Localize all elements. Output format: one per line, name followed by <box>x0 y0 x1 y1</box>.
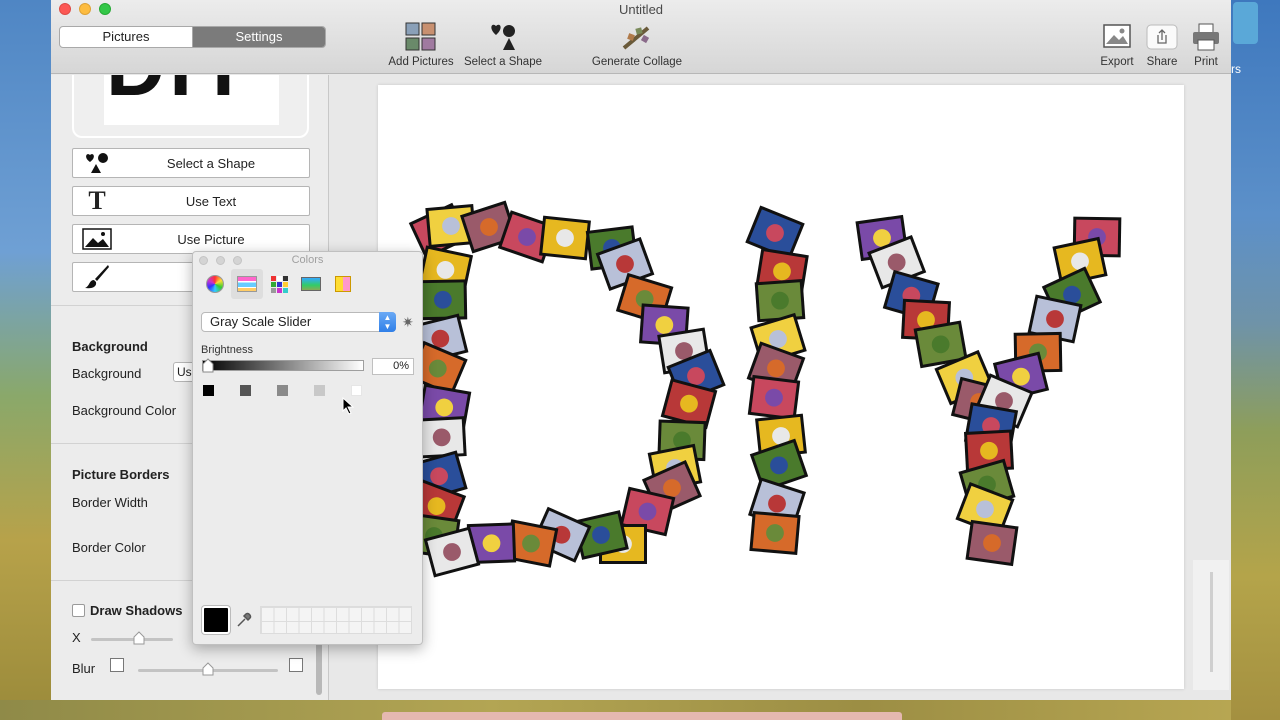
colors-panel: Colors Gray Scale Slider ▲ ▼ ✷ Brightness <box>192 251 423 645</box>
gear-icon[interactable]: ✷ <box>402 314 414 331</box>
spectrum-image-icon <box>301 277 321 291</box>
desktop-background-right: rs <box>1231 0 1280 720</box>
photos-grid-icon <box>387 20 455 54</box>
mouse-pointer-icon <box>342 397 354 415</box>
blur-min-icon <box>110 658 124 672</box>
brightness-value-field[interactable]: 0% <box>372 358 414 375</box>
gray-swatch[interactable] <box>314 385 325 396</box>
window-title: Untitled <box>618 2 664 17</box>
generate-collage-button[interactable]: Generate Collage <box>589 20 685 68</box>
select-arrows-icon: ▲ ▼ <box>379 312 396 332</box>
collage-preview <box>406 200 1122 578</box>
desktop-background-bottom <box>0 700 1231 720</box>
gray-swatch[interactable] <box>351 385 362 396</box>
magic-wand-icon <box>589 20 685 54</box>
background-section-title: Background <box>72 339 148 354</box>
print-button[interactable]: Print <box>1189 20 1223 68</box>
use-picture-label: Use Picture <box>177 232 245 247</box>
crayons-tab[interactable] <box>327 269 359 299</box>
export-button[interactable]: Export <box>1097 20 1137 68</box>
background-label: Background <box>72 366 142 381</box>
add-pictures-label: Add Pictures <box>388 56 454 68</box>
color-palette-icon <box>270 275 288 293</box>
use-picture-button[interactable]: Use Picture <box>72 224 310 254</box>
color-mode-tabs <box>199 269 359 299</box>
gray-swatch[interactable] <box>240 385 251 396</box>
share-button[interactable]: Share <box>1144 20 1180 68</box>
shapes-icon <box>461 20 545 54</box>
export-image-icon <box>1097 20 1137 54</box>
background-color-label: Background Color <box>72 403 177 418</box>
brightness-slider[interactable] <box>202 360 364 371</box>
desktop-partial-label: rs <box>1231 62 1241 76</box>
tab-pictures[interactable]: Pictures <box>60 27 193 47</box>
favorite-colors-grid[interactable] <box>260 606 412 634</box>
select-shape-button[interactable]: Select a Shape <box>461 20 545 68</box>
picture-borders-section-title: Picture Borders <box>72 467 170 482</box>
color-palettes-tab[interactable] <box>263 269 295 299</box>
color-wheel-icon <box>206 275 224 293</box>
shadow-blur-label: Blur <box>72 661 96 676</box>
desktop-widget <box>1233 2 1258 44</box>
use-text-label: Use Text <box>185 194 237 209</box>
shape-preview: DIY <box>72 75 309 138</box>
color-mode-value: Gray Scale Slider <box>210 314 312 329</box>
eyedropper-icon[interactable] <box>236 612 252 631</box>
image-palettes-tab[interactable] <box>295 269 327 299</box>
preview-text: DIY <box>106 75 255 115</box>
shadow-x-slider-thumb[interactable] <box>132 631 146 645</box>
select-shape-label: Select a Shape <box>463 56 542 68</box>
printer-icon <box>1189 20 1223 54</box>
shadow-x-label: X <box>72 630 81 645</box>
select-shape-source-label: Select a Shape <box>166 156 256 171</box>
share-label: Share <box>1146 56 1178 68</box>
collage-photo-tile <box>539 215 591 261</box>
export-label: Export <box>1100 56 1134 68</box>
text-icon: T <box>88 186 106 215</box>
crayons-icon <box>335 276 351 292</box>
toolbar: Untitled Pictures Settings Add Pictures <box>51 0 1231 74</box>
gray-swatch[interactable] <box>277 385 288 396</box>
add-pictures-button[interactable]: Add Pictures <box>387 20 455 68</box>
border-width-label: Border Width <box>72 495 148 510</box>
gray-swatch[interactable] <box>203 385 214 396</box>
dock <box>382 712 902 720</box>
zoom-slider[interactable] <box>1193 560 1229 690</box>
collage-photo-tile <box>749 510 801 556</box>
shadow-blur-slider-thumb[interactable] <box>201 662 215 676</box>
shapes-icon <box>82 152 112 174</box>
share-icon <box>1144 20 1180 54</box>
color-sliders-tab[interactable] <box>231 269 263 299</box>
collage-photo-tile <box>747 374 801 421</box>
current-color-well[interactable] <box>202 606 230 634</box>
color-wheel-tab[interactable] <box>199 269 231 299</box>
collage-canvas[interactable] <box>378 85 1184 689</box>
color-sliders-icon <box>237 276 257 292</box>
brightness-label: Brightness <box>201 344 253 356</box>
collage-photo-tile <box>416 416 467 459</box>
color-mode-select[interactable]: Gray Scale Slider ▲ ▼ <box>201 312 396 332</box>
blur-max-icon <box>289 658 303 672</box>
canvas-area <box>329 75 1231 700</box>
collage-photo-tile <box>754 279 806 323</box>
use-text-button[interactable]: T Use Text <box>72 186 310 216</box>
picture-icon <box>82 228 112 250</box>
colors-panel-title: Colors <box>291 254 324 266</box>
tab-settings[interactable]: Settings <box>193 27 325 47</box>
collage-photo-tile <box>418 279 468 321</box>
view-segmented-control: Pictures Settings <box>59 26 326 48</box>
paintbrush-icon <box>82 265 112 289</box>
print-label: Print <box>1194 56 1218 68</box>
border-color-label: Border Color <box>72 540 146 555</box>
collage-photo-tile <box>965 519 1019 567</box>
brightness-slider-thumb[interactable] <box>202 358 214 373</box>
select-shape-source-button[interactable]: Select a Shape <box>72 148 310 178</box>
generate-collage-label: Generate Collage <box>591 56 683 68</box>
draw-shadows-checkbox[interactable] <box>72 604 85 617</box>
draw-shadows-label: Draw Shadows <box>90 603 183 618</box>
